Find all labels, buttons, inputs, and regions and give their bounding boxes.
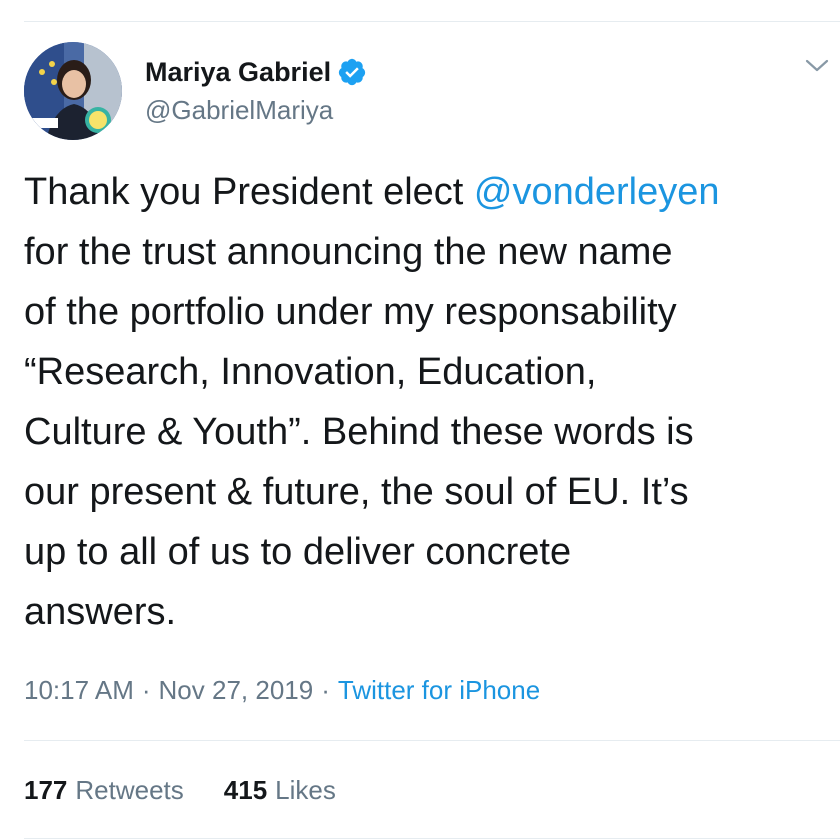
retweets-count: 177 (24, 775, 68, 805)
tweet-page: Mariya Gabriel @GabrielMariya Thank you … (0, 0, 840, 840)
author-handle[interactable]: @GabrielMariya (145, 95, 333, 125)
retweets-label: Retweets (75, 775, 184, 805)
tweet-source-link[interactable]: Twitter for iPhone (338, 672, 540, 708)
top-divider (24, 21, 840, 22)
tweet-date[interactable]: Nov 27, 2019 (159, 672, 314, 708)
likes-label: Likes (275, 775, 336, 805)
tweet-meta: 10:17 AM · Nov 27, 2019 · Twitter for iP… (24, 672, 540, 708)
verified-badge-icon (338, 58, 366, 86)
tweet-text-part: for the trust announcing the new name of… (24, 231, 694, 633)
tweet-stats: 177 Retweets 415 Likes (24, 772, 336, 808)
tweet-text: Thank you President elect @vonderleyen f… (24, 162, 836, 642)
likes-count: 415 (223, 775, 268, 805)
mention-link[interactable]: @vonderleyen (474, 171, 720, 213)
chevron-down-icon[interactable] (804, 56, 830, 76)
tweet-text-part: Thank you President elect (24, 171, 474, 213)
stats-divider-bottom (24, 838, 840, 839)
avatar-image (24, 42, 122, 140)
likes-stat[interactable]: 415 Likes (224, 772, 336, 808)
retweets-stat[interactable]: 177 Retweets (24, 772, 184, 808)
author-name[interactable]: Mariya Gabriel (145, 56, 331, 88)
tweet-time[interactable]: 10:17 AM (24, 672, 134, 708)
avatar[interactable] (24, 42, 122, 140)
author-name-row[interactable]: Mariya Gabriel (145, 56, 367, 88)
stats-divider-top (24, 740, 840, 741)
meta-separator: · (321, 675, 330, 705)
meta-separator: · (141, 675, 151, 705)
